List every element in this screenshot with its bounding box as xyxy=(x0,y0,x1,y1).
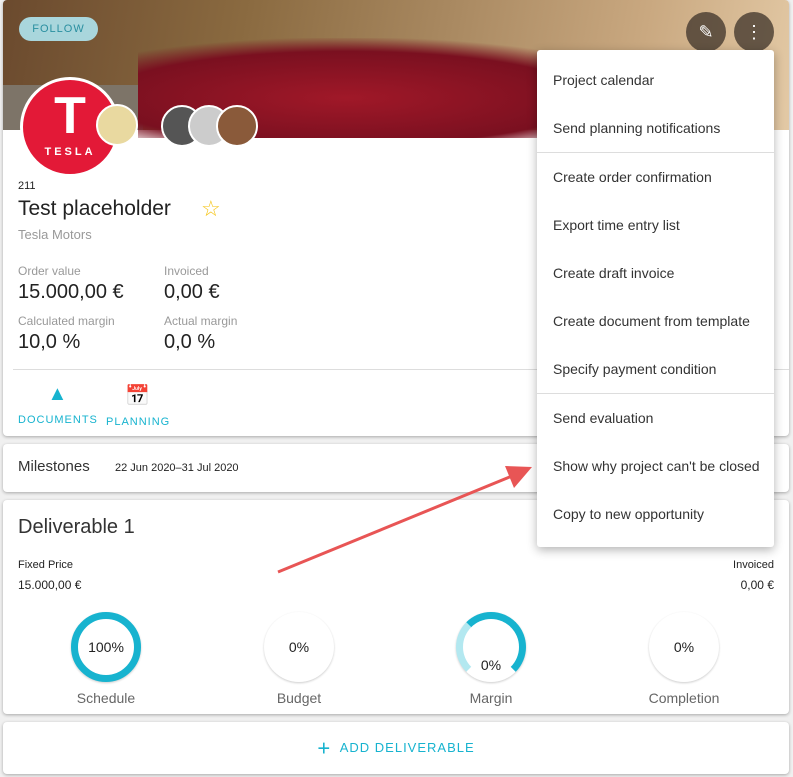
menu-item-send-evaluation[interactable]: Send evaluation xyxy=(537,394,774,442)
menu-item-project-calendar[interactable]: Project calendar xyxy=(537,56,774,104)
calculated-margin: 10,0 % xyxy=(18,331,81,353)
gauge-label: Budget xyxy=(276,690,322,706)
actual-margin: 0,0 % xyxy=(164,331,216,353)
gauge-value: 100% xyxy=(71,612,141,682)
add-deliverable-button[interactable]: + ADD DELIVERABLE xyxy=(3,722,789,774)
completion-gauge: 0% Completion xyxy=(634,612,734,706)
milestones-range: 22 Jun 2020–31 Jul 2020 xyxy=(115,462,239,474)
avatar[interactable] xyxy=(216,105,258,147)
more-menu: Project calendar Send planning notificat… xyxy=(537,50,774,547)
documents-label: DOCUMENTS xyxy=(18,414,98,426)
menu-item-show-why-not-closed[interactable]: Show why project can't be closed xyxy=(537,442,774,490)
calendar-check-icon: 📅 xyxy=(125,385,152,407)
gauge-value: 0% xyxy=(456,612,526,682)
margin-gauge: 0% Margin xyxy=(441,612,541,706)
menu-item-create-document-from-template[interactable]: Create document from template xyxy=(537,297,774,345)
drive-icon: ▲ xyxy=(47,383,69,405)
order-value-label: Order value xyxy=(18,264,81,278)
deliverable-title: Deliverable 1 xyxy=(18,516,135,538)
deliverable-invoiced-value: 0,00 € xyxy=(740,578,774,592)
invoiced-value: 0,00 € xyxy=(164,281,220,303)
planning-label: PLANNING xyxy=(106,416,171,428)
calculated-margin-label: Calculated margin xyxy=(18,314,115,328)
add-deliverable-label: ADD DELIVERABLE xyxy=(339,740,475,755)
gauge-value: 0% xyxy=(649,612,719,682)
menu-item-export-time-entry-list[interactable]: Export time entry list xyxy=(537,201,774,249)
avatar[interactable] xyxy=(96,104,138,146)
schedule-gauge: 100% Schedule xyxy=(56,612,156,706)
gauge-label: Margin xyxy=(469,690,513,706)
plus-icon: + xyxy=(317,735,332,761)
more-button[interactable]: ⋮ xyxy=(734,12,774,52)
star-icon[interactable]: ☆ xyxy=(201,196,221,222)
follow-button[interactable]: FOLLOW xyxy=(19,17,98,41)
deliverable-invoiced-label: Invoiced xyxy=(733,559,774,571)
milestones-title: Milestones xyxy=(18,458,90,475)
budget-gauge: 0% Budget xyxy=(249,612,349,706)
project-number: 211 xyxy=(18,180,36,192)
order-value: 15.000,00 € xyxy=(18,281,124,303)
menu-item-create-draft-invoice[interactable]: Create draft invoice xyxy=(537,249,774,297)
edit-button[interactable]: ✎ xyxy=(686,12,726,52)
menu-item-create-order-confirmation[interactable]: Create order confirmation xyxy=(537,153,774,201)
actual-margin-label: Actual margin xyxy=(164,314,238,328)
menu-item-specify-payment-condition[interactable]: Specify payment condition xyxy=(537,345,774,393)
documents-button[interactable]: ▲ DOCUMENTS xyxy=(18,383,98,426)
company-name: Tesla Motors xyxy=(18,227,92,242)
price-type-label: Fixed Price xyxy=(18,559,74,571)
price-value: 15.000,00 € xyxy=(18,578,82,592)
invoiced-label: Invoiced xyxy=(164,264,209,278)
pencil-icon: ✎ xyxy=(698,22,714,42)
gauge-label: Schedule xyxy=(76,690,136,706)
project-title: Test placeholder xyxy=(18,197,171,220)
menu-item-copy-to-opportunity[interactable]: Copy to new opportunity xyxy=(537,490,774,538)
menu-item-send-planning-notifications[interactable]: Send planning notifications xyxy=(537,104,774,152)
gauge-label: Completion xyxy=(648,690,720,706)
gauge-value: 0% xyxy=(264,612,334,682)
planning-button[interactable]: 📅 PLANNING xyxy=(106,383,170,428)
more-vert-icon: ⋮ xyxy=(745,22,763,42)
